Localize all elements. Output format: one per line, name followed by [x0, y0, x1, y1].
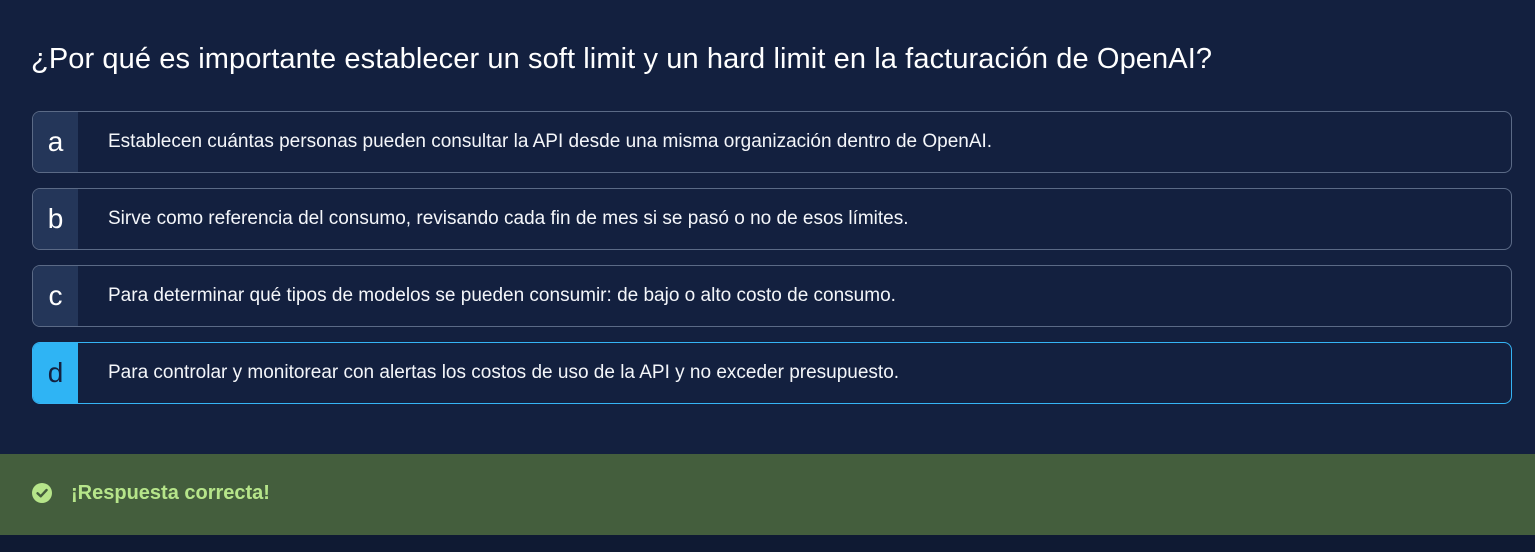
option-text: Para controlar y monitorear con alertas … [108, 362, 900, 383]
question-title: ¿Por qué es importante establecer un sof… [31, 43, 1213, 75]
quiz-container: ¿Por qué es importante establecer un sof… [0, 0, 1535, 454]
answer-option-a[interactable]: a Establecen cuántas personas pueden con… [32, 111, 1512, 173]
option-letter: b [33, 189, 78, 249]
answer-option-c[interactable]: c Para determinar qué tipos de modelos s… [32, 265, 1512, 327]
option-letter: d [33, 343, 78, 403]
answer-options: a Establecen cuántas personas pueden con… [32, 111, 1512, 419]
option-letter: a [33, 112, 78, 172]
option-text: Establecen cuántas personas pueden consu… [108, 131, 993, 152]
bottom-strip [0, 535, 1535, 552]
answer-option-d[interactable]: d Para controlar y monitorear con alerta… [32, 342, 1512, 404]
option-letter: c [33, 266, 78, 326]
answer-option-b[interactable]: b Sirve como referencia del consumo, rev… [32, 188, 1512, 250]
option-text: Para determinar qué tipos de modelos se … [108, 285, 896, 306]
feedback-message: ¡Respuesta correcta! [71, 482, 270, 504]
check-circle-icon [32, 483, 52, 503]
option-text: Sirve como referencia del consumo, revis… [108, 208, 909, 229]
feedback-banner: ¡Respuesta correcta! [0, 454, 1535, 535]
